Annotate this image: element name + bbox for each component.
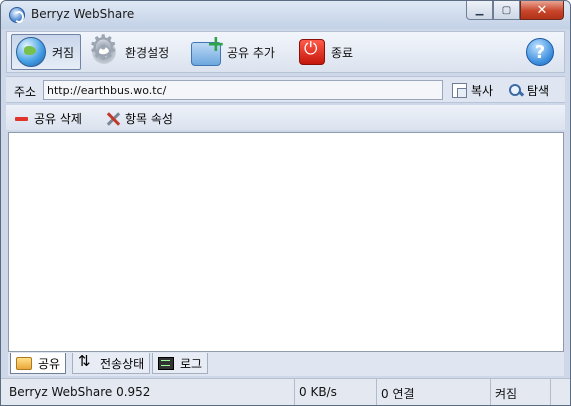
window-controls: ▁ ▢ ✕ — [466, 1, 564, 21]
start-label: 켜짐 — [52, 45, 75, 60]
address-bar: 주소 복사 탐색 — [6, 76, 565, 103]
exit-button[interactable]: 종료 — [295, 34, 359, 70]
browse-label: 탐색 — [527, 83, 550, 98]
status-connections: 0 연결 — [377, 379, 491, 405]
properties-button[interactable]: 항목 속성 — [105, 110, 173, 127]
share-list[interactable] — [8, 132, 564, 352]
status-bar: Berryz WebShare 0.952 0 KB/s 0 연결 켜짐 — [1, 378, 570, 405]
gear-icon — [88, 31, 119, 67]
transfer-arrows-icon — [78, 354, 94, 370]
bottom-tabs: 공유 전송상태 로그 — [8, 352, 564, 376]
close-button[interactable]: ✕ — [520, 1, 564, 20]
copy-icon — [452, 82, 467, 98]
title-bar[interactable]: Berryz WebShare ▁ ▢ ✕ — [1, 1, 570, 29]
window-title: Berryz WebShare — [31, 7, 135, 21]
tab-transfer-status[interactable]: 전송상태 — [72, 353, 151, 374]
exit-label: 종료 — [331, 45, 354, 60]
copy-button[interactable]: 복사 — [452, 81, 493, 99]
address-label: 주소 — [14, 85, 37, 99]
help-icon[interactable]: ? — [526, 38, 554, 66]
minimize-button[interactable]: ▁ — [466, 1, 493, 20]
power-icon — [299, 39, 325, 65]
status-version: Berryz WebShare 0.952 — [5, 379, 295, 405]
tools-icon — [105, 111, 121, 127]
maximize-button[interactable]: ▢ — [493, 1, 520, 20]
browse-button[interactable]: 탐색 — [508, 81, 549, 99]
app-window: Berryz WebShare ▁ ▢ ✕ 켜짐 환경설정 공유 추가 종료 ?… — [0, 0, 571, 406]
berryz-app-icon[interactable] — [9, 7, 25, 23]
folder-add-icon — [191, 34, 225, 66]
minus-icon — [15, 116, 28, 121]
settings-button[interactable]: 환경설정 — [85, 31, 175, 70]
delete-share-label: 공유 삭제 — [34, 112, 82, 126]
settings-label: 환경설정 — [125, 45, 170, 60]
tab-share[interactable]: 공유 — [10, 353, 67, 374]
folder-icon — [16, 356, 32, 370]
copy-label: 복사 — [471, 83, 494, 98]
action-bar: 공유 삭제 항목 속성 — [6, 105, 565, 130]
tab-log[interactable]: 로그 — [152, 353, 209, 374]
address-input[interactable] — [43, 80, 443, 100]
start-button[interactable]: 켜짐 — [11, 34, 82, 70]
delete-share-button[interactable]: 공유 삭제 — [15, 110, 82, 127]
tab-log-label: 로그 — [180, 356, 203, 371]
status-speed: 0 KB/s — [295, 379, 377, 405]
status-state: 켜짐 — [491, 379, 551, 405]
tab-transfer-label: 전송상태 — [100, 356, 145, 371]
log-icon — [158, 356, 174, 370]
main-toolbar: 켜짐 환경설정 공유 추가 종료 ? — [6, 31, 565, 73]
globe-icon — [16, 37, 46, 67]
properties-label: 항목 속성 — [125, 112, 173, 126]
add-share-label: 공유 추가 — [227, 45, 275, 60]
add-share-button[interactable]: 공유 추가 — [187, 34, 281, 70]
magnifier-icon — [508, 83, 523, 98]
tab-share-label: 공유 — [38, 356, 61, 371]
